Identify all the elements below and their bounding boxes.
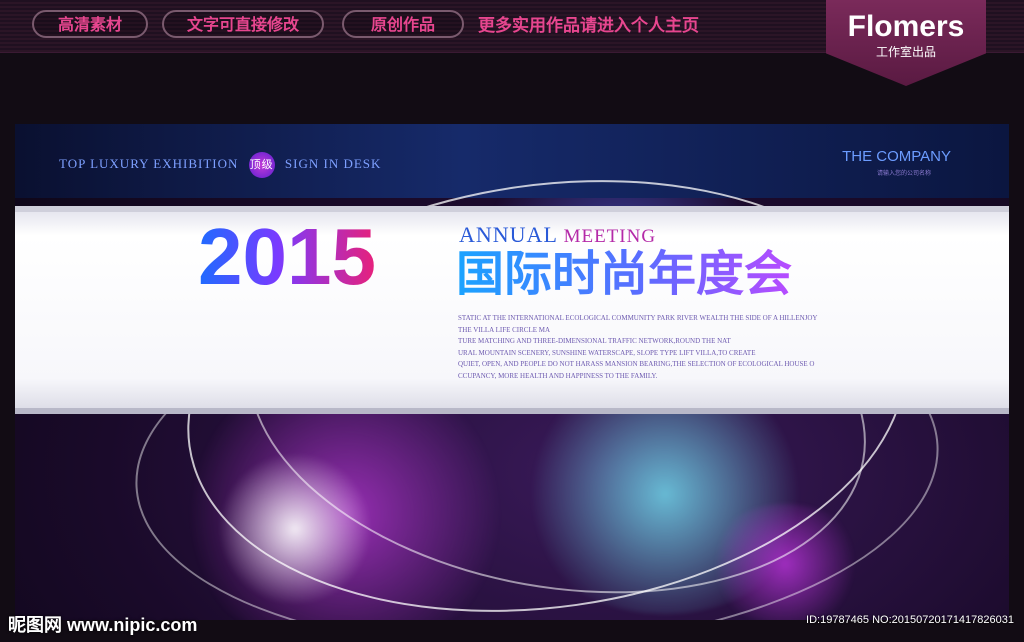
original-work-pill[interactable]: 原创作品 <box>342 10 464 38</box>
description-text: STATIC AT THE INTERNATIONAL ECOLOGICAL C… <box>458 314 818 380</box>
editable-text-pill[interactable]: 文字可直接修改 <box>162 10 324 38</box>
company-name: THE COMPANY <box>842 148 951 165</box>
banner-artwork: TOP LUXURY EXHIBITION 顶级 SIGN IN DESK TH… <box>15 124 1009 620</box>
tagline-part-1: TOP LUXURY EXHIBITION <box>59 155 239 171</box>
meeting-word: MEETING <box>563 226 657 247</box>
image-id: ID:19787465 NO:20150720171417826031 <box>806 614 1014 626</box>
brand-name: Flomers <box>847 10 965 43</box>
company-subtitle: 请输入您的公司名称 <box>876 171 931 177</box>
header-tagline: TOP LUXURY EXHIBITION 顶级 SIGN IN DESK <box>59 152 381 178</box>
hd-material-pill[interactable]: 高清素材 <box>32 10 148 38</box>
homepage-link[interactable]: 更多实用作品请进入个人主页 <box>478 12 699 40</box>
brand-subtitle: 工作室出品 <box>875 45 936 59</box>
top-badge: 顶级 <box>248 152 275 178</box>
year-title: 2015 <box>198 212 376 301</box>
chinese-title: 国际时尚年度会 <box>456 248 793 301</box>
tagline-part-2: SIGN IN DESK <box>284 155 382 171</box>
brand-badge: Flomers 工作室出品 <box>826 0 986 86</box>
annual-meeting-heading: ANNUAL MEETING <box>459 222 656 248</box>
site-watermark: 昵图网 www.nipic.com <box>8 615 198 635</box>
annual-word: ANNUAL <box>459 222 558 247</box>
